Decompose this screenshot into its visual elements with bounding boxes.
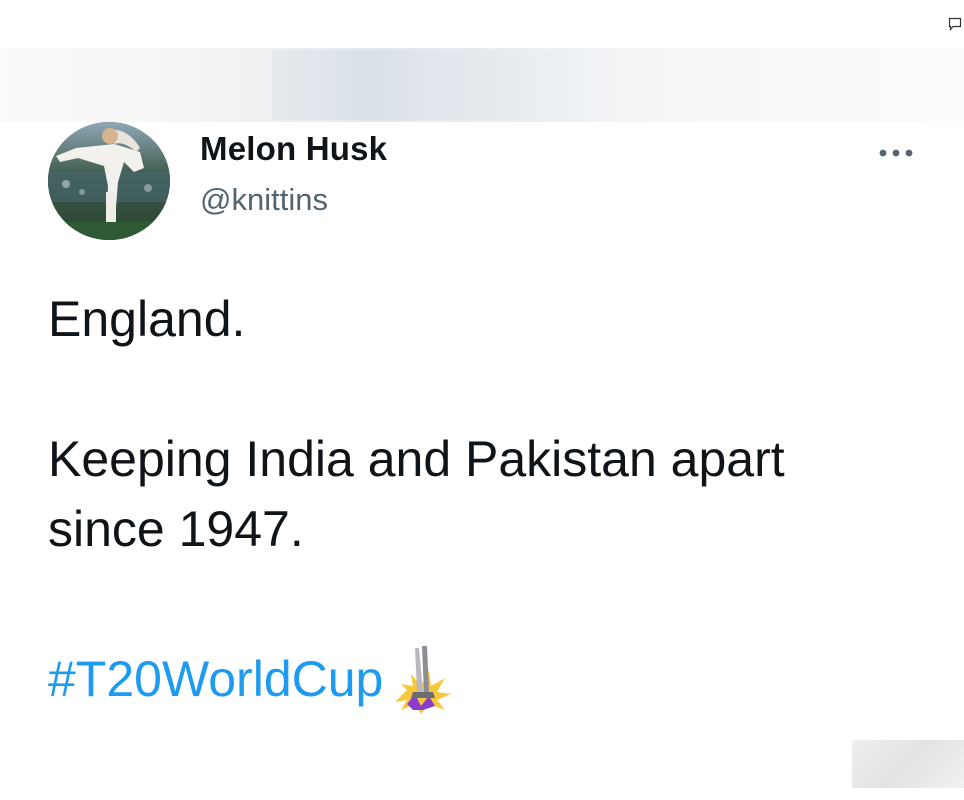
- t20-trophy-icon: [395, 646, 452, 714]
- avatar[interactable]: [48, 122, 170, 240]
- author-display-name[interactable]: Melon Husk: [200, 130, 387, 168]
- blurred-corner-image: [852, 740, 964, 788]
- hashtag-row: #T20WorldCup: [48, 644, 455, 714]
- more-options-button[interactable]: [872, 138, 920, 168]
- tweet-line: Keeping India and Pakistan apart: [48, 431, 785, 487]
- author-handle[interactable]: @knittins: [200, 182, 328, 218]
- hashtag-link[interactable]: #T20WorldCup: [48, 650, 383, 708]
- tweet-text: England. Keeping India and Pakistan apar…: [48, 284, 928, 564]
- comment-icon[interactable]: [948, 16, 962, 32]
- tweet-line: England.: [48, 291, 246, 347]
- blurred-media-thumbnail: [272, 50, 580, 120]
- more-horizontal-icon: [879, 149, 913, 157]
- tweet-line: since 1947.: [48, 501, 304, 557]
